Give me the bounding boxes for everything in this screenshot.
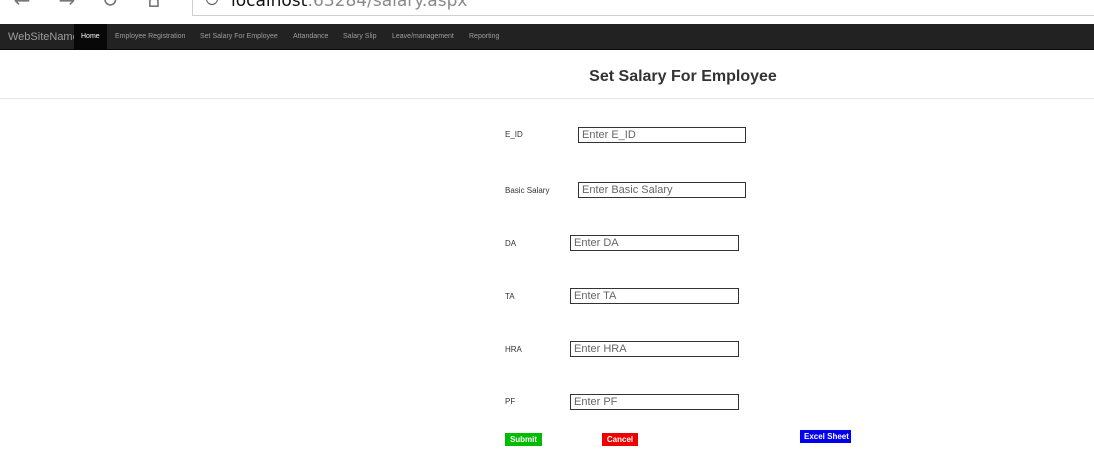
page-title: Set Salary For Employee	[589, 68, 777, 85]
url-path: :63284/salary.aspx	[307, 0, 468, 11]
basic-salary-input[interactable]	[578, 182, 746, 198]
forward-arrow-icon[interactable]: →	[55, 0, 79, 12]
e-id-label: E_ID	[505, 130, 523, 139]
nav-item-leave-management[interactable]: Leave/management	[392, 24, 454, 50]
nav-item-set-salary[interactable]: Set Salary For Employee	[200, 24, 278, 50]
excel-sheet-button[interactable]: Excel Sheet	[800, 430, 851, 443]
site-brand[interactable]: WebSiteName	[8, 24, 79, 50]
nav-item-employee-registration[interactable]: Employee Registration	[115, 24, 185, 50]
nav-item-home[interactable]: Home	[74, 24, 107, 50]
e-id-input[interactable]	[578, 127, 746, 143]
browser-toolbar: ← → ↻ ⌂ localhost:63284/salary.aspx	[0, 0, 1094, 18]
back-arrow-icon[interactable]: ←	[10, 0, 34, 12]
nav-item-attendance[interactable]: Attandance	[293, 24, 328, 50]
url-text[interactable]: localhost:63284/salary.aspx	[231, 0, 467, 11]
refresh-icon[interactable]: ↻	[98, 0, 122, 12]
pf-label: PF	[505, 397, 516, 406]
da-label: DA	[505, 239, 517, 248]
nav-item-salary-slip[interactable]: Salary Slip	[343, 24, 376, 50]
ta-input[interactable]	[570, 288, 739, 304]
hra-label: HRA	[505, 345, 522, 354]
title-divider	[0, 98, 1094, 99]
home-icon[interactable]: ⌂	[142, 0, 166, 12]
site-navbar: WebSiteName Home Employee Registration S…	[0, 24, 1094, 50]
da-input[interactable]	[570, 235, 739, 251]
basic-salary-label: Basic Salary	[505, 186, 550, 195]
nav-item-reporting[interactable]: Reporting	[469, 24, 499, 50]
url-host: localhost	[231, 0, 308, 11]
pf-input[interactable]	[570, 394, 739, 410]
hra-input[interactable]	[570, 341, 739, 357]
ta-label: TA	[505, 292, 515, 301]
cancel-button[interactable]: Cancel	[602, 433, 638, 446]
submit-button[interactable]: Submit	[505, 433, 542, 446]
